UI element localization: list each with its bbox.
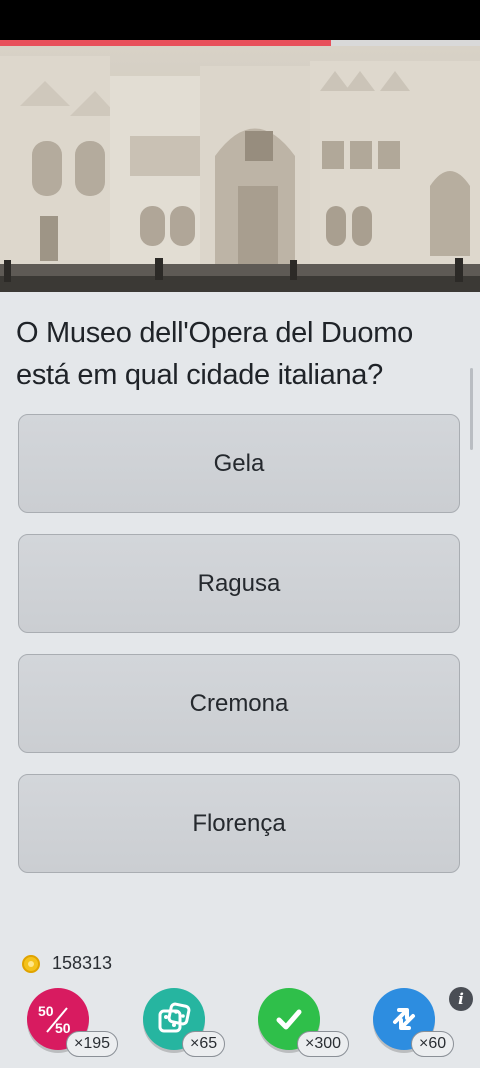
museum-facade-illustration [0,46,480,292]
question-image [0,46,480,292]
answer-option-2[interactable]: Ragusa [18,534,460,633]
info-icon[interactable]: i [449,987,473,1011]
coin-count: 158313 [52,953,113,973]
answer-option-1[interactable]: Gela [18,414,460,513]
answer-option-3[interactable]: Cremona [18,654,460,753]
coin-balance: 158313 [22,953,112,974]
scrollbar[interactable] [470,368,473,450]
coin-icon [22,954,40,973]
correct-answer-count: ×300 [297,1031,350,1057]
fifty-label-bottom: 50 [55,1020,71,1036]
answer-option-4[interactable]: Florença [18,774,460,873]
question-text: O Museo dell'Opera del Duomo está em qua… [16,317,413,391]
fifty-fifty-count: ×195 [66,1031,119,1057]
fifty-label-top: 50 [38,1003,54,1019]
status-bar [0,0,480,40]
dice-count: ×65 [182,1031,226,1057]
swap-question-count: ×60 [411,1031,455,1057]
